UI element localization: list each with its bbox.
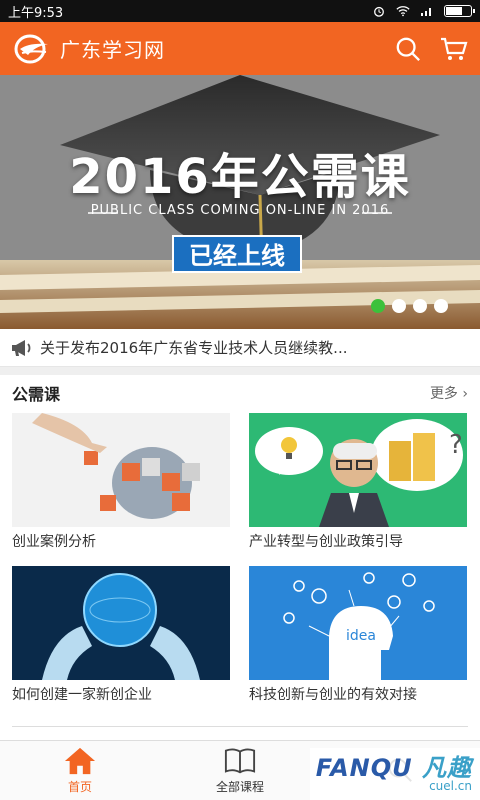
course-title: 创业案例分析 [12,534,96,550]
logo-icon [14,34,48,63]
carousel-dot[interactable] [392,299,406,313]
course-thumbnail [12,566,230,680]
idea-head-illustration: idea [249,566,467,680]
carousel-dot[interactable] [413,299,427,313]
course-thumbnail: idea [249,566,467,680]
nav-item-all-courses[interactable]: 全部课程 [160,741,320,800]
course-card[interactable]: 如何创建一家新创企业 [12,566,230,704]
carousel-dot[interactable] [371,299,385,313]
search-icon [396,37,420,61]
section-title: 公需课 [12,385,61,404]
course-thumbnail [12,413,230,527]
course-title: 如何创建一家新创企业 [12,687,152,703]
status-bar: 上午9:53 [0,0,480,22]
nav-item-home[interactable]: 首页 [0,741,160,800]
notice-bar[interactable]: 关于发布2016年广东省专业技术人员继续教... [0,329,480,367]
watermark-brand-text: FANQU [315,754,413,782]
nav-label: 全部课程 [215,780,264,794]
svg-text:idea: idea [346,628,376,644]
promo-banner[interactable]: 2016年公需课 PUBLIC CLASS COMING ON-LINE IN … [0,75,480,329]
more-label: 更多 [429,386,458,402]
notice-text: 关于发布2016年广东省专业技术人员继续教... [40,339,348,357]
cubes-globe-illustration [12,413,230,527]
wifi-icon [396,6,410,17]
carousel-dot[interactable] [434,299,448,313]
status-time: 上午9:53 [8,5,64,21]
chevron-right-icon: › [457,386,468,402]
banner-title: 2016年公需课 [69,149,411,205]
nav-label: 首页 [67,780,92,794]
course-title: 产业转型与创业政策引导 [249,534,403,550]
course-thumbnail: ? [249,413,467,527]
watermark-site: cuel.cn [429,779,472,793]
app-title: 广东学习网 [60,38,165,62]
course-card[interactable]: ? 产业转型与创业政策引导 [249,413,467,551]
more-link[interactable]: 更多 › [430,383,468,403]
book-icon [224,748,256,774]
carousel-dots [371,299,448,313]
course-card[interactable]: idea 科技创新与创业的有效对接 [249,566,467,704]
section-spacer [0,367,480,375]
divider [12,726,468,727]
signal-icon [421,8,431,16]
banner-badge: 已经上线 [172,235,302,273]
svg-text:?: ? [449,430,463,460]
watermark-brand-cn: 凡趣 [422,754,472,782]
banner-subtitle: PUBLIC CLASS COMING ON-LINE IN 2016 [90,203,390,218]
search-button[interactable] [394,35,422,63]
home-icon [64,747,96,775]
cart-icon [441,37,468,60]
section-header: 公需课 更多 › [0,375,480,411]
businessman-illustration: ? [249,413,467,527]
megaphone-icon [12,339,31,356]
watermark: FANQU 凡趣 cuel.cn [310,748,480,800]
globe-hands-illustration [12,566,230,680]
course-card[interactable]: 创业案例分析 [12,413,230,551]
cart-button[interactable] [440,35,468,63]
course-title: 科技创新与创业的有效对接 [249,687,417,703]
watermark-brand: FANQU 凡趣 [316,748,472,783]
battery-icon [444,5,475,17]
alarm-icon [374,6,384,17]
app-header: 广东学习网 [0,22,480,75]
